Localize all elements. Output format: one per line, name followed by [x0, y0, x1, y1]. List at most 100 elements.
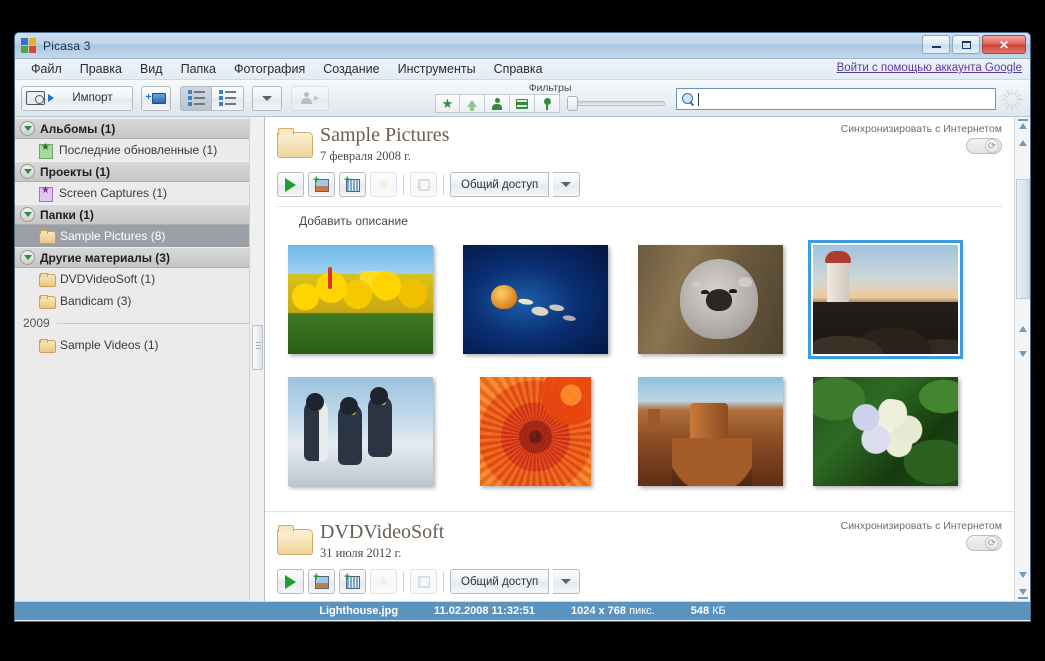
list-view-button[interactable] — [180, 85, 212, 111]
album-header-dvdvideosoft: DVDVideoSoft 31 июля 2012 г. Синхронизир… — [265, 511, 1014, 594]
thumbnail-cell[interactable] — [448, 365, 623, 497]
scroll-up-button[interactable] — [1017, 137, 1029, 149]
thumbnail-cell[interactable] — [623, 233, 798, 365]
filter-faces-button[interactable] — [485, 94, 510, 113]
separator — [403, 174, 404, 195]
play-slideshow-button[interactable] — [277, 569, 304, 594]
sidebar-group-projects[interactable]: Проекты (1) — [15, 161, 264, 182]
maximize-button[interactable] — [952, 35, 980, 54]
play-slideshow-button[interactable] — [277, 172, 304, 197]
add-video-button[interactable] — [339, 569, 366, 594]
menu-bar: Файл Правка Вид Папка Фотография Создани… — [15, 59, 1030, 80]
collapse-triangle-icon[interactable] — [20, 121, 35, 136]
thumbnail-jellyfish[interactable] — [463, 244, 608, 354]
add-folder-button[interactable]: + — [141, 85, 171, 111]
menu-file[interactable]: Файл — [22, 61, 71, 77]
sidebar-item-recent-updates[interactable]: Последние обновленные (1) — [15, 139, 264, 161]
sync-toggle[interactable]: ⟳ — [966, 138, 1002, 154]
photo-image — [638, 244, 783, 354]
search-input[interactable] — [703, 93, 990, 105]
filter-star-button[interactable]: ★ — [435, 94, 460, 113]
sidebar-item-dvdvideosoft[interactable]: DVDVideoSoft (1) — [15, 268, 264, 290]
thumbnail-cell[interactable] — [798, 233, 973, 365]
thumbnail-lighthouse[interactable] — [808, 239, 963, 359]
album-name[interactable]: Sample Pictures — [320, 125, 449, 146]
import-button[interactable]: Импорт — [21, 85, 133, 111]
thumbnail-cell[interactable] — [798, 365, 973, 497]
thumbnail-desert[interactable] — [638, 376, 783, 486]
menu-tools[interactable]: Инструменты — [389, 61, 485, 77]
thumbnail-chrysanthemum[interactable] — [480, 376, 591, 486]
scroll-to-top-button[interactable] — [1017, 119, 1029, 132]
scroll-up-page-button[interactable] — [1017, 323, 1029, 335]
album-description[interactable]: Добавить описание — [277, 206, 1002, 228]
thumbnail-cell[interactable] — [273, 233, 448, 365]
menu-create[interactable]: Создание — [314, 61, 388, 77]
sidebar-scrollbar[interactable] — [249, 117, 264, 601]
sidebar-group-other[interactable]: Другие материалы (3) — [15, 247, 264, 268]
scroll-to-bottom-button[interactable] — [1017, 586, 1029, 599]
content-scrollbar[interactable] — [1014, 117, 1030, 601]
photo-image — [638, 376, 783, 486]
collapse-triangle-icon[interactable] — [20, 207, 35, 222]
thumbnail-cell[interactable] — [273, 365, 448, 497]
menu-view[interactable]: Вид — [131, 61, 172, 77]
sidebar-item-screen-captures[interactable]: Screen Captures (1) — [15, 182, 264, 204]
sidebar-scrollbar-thumb[interactable] — [252, 325, 263, 370]
add-photo-button[interactable] — [308, 172, 335, 197]
filter-video-button[interactable] — [510, 94, 535, 113]
minimize-button[interactable] — [922, 35, 950, 54]
share-button[interactable]: Общий доступ — [450, 569, 550, 594]
thumbnail-koala[interactable] — [638, 244, 783, 354]
collapse-triangle-icon[interactable] — [20, 250, 35, 265]
menu-edit[interactable]: Правка — [71, 61, 131, 77]
menu-folder[interactable]: Папка — [172, 61, 225, 77]
maximize-icon — [961, 40, 971, 49]
thumbnail-cell[interactable] — [448, 233, 623, 365]
sidebar-item-sample-videos[interactable]: Sample Videos (1) — [15, 334, 264, 356]
scroll-down-button[interactable] — [1017, 569, 1029, 581]
sync-toggle[interactable]: ⟳ — [966, 535, 1002, 551]
sidebar-group-folders[interactable]: Папки (1) — [15, 204, 264, 225]
sidebar-item-label: Bandicam (3) — [60, 294, 132, 308]
search-box[interactable] — [676, 88, 996, 110]
filter-upload-button[interactable] — [460, 94, 485, 113]
scroll-down-page-button[interactable] — [1017, 348, 1029, 360]
filter-geotag-button[interactable] — [535, 94, 560, 113]
add-photo-button[interactable] — [308, 569, 335, 594]
content-scrollbar-thumb[interactable] — [1016, 179, 1030, 299]
share-dropdown-button[interactable] — [553, 172, 581, 197]
album-name[interactable]: DVDVideoSoft — [320, 522, 444, 543]
star-button[interactable]: ★ — [370, 569, 397, 594]
add-video-icon — [344, 174, 360, 192]
sidebar-group-label: Проекты (1) — [40, 164, 111, 179]
star-button[interactable]: ★ — [370, 172, 397, 197]
sidebar: Альбомы (1) Последние обновленные (1) Пр… — [15, 117, 265, 601]
share-dropdown-button[interactable] — [553, 569, 581, 594]
close-button[interactable]: ✕ — [982, 35, 1026, 54]
share-button[interactable]: Общий доступ — [450, 172, 550, 197]
sync-label: Синхронизировать с Интернетом — [840, 123, 1002, 135]
save-disk-icon — [417, 178, 430, 191]
menu-photo[interactable]: Фотография — [225, 61, 314, 77]
sidebar-group-albums[interactable]: Альбомы (1) — [15, 118, 264, 139]
album-violet-icon — [39, 185, 53, 202]
thumbnail-hydrangeas[interactable] — [813, 376, 958, 486]
thumbnail-cell[interactable] — [623, 365, 798, 497]
collapse-triangle-icon[interactable] — [20, 164, 35, 179]
save-button[interactable] — [410, 569, 437, 594]
save-disk-icon — [417, 575, 430, 588]
sidebar-item-bandicam[interactable]: Bandicam (3) — [15, 290, 264, 312]
thumbnail-tulips[interactable] — [288, 244, 433, 354]
add-video-button[interactable] — [339, 172, 366, 197]
view-options-dropdown[interactable] — [252, 85, 282, 111]
people-button[interactable] — [291, 85, 329, 111]
google-signin-link[interactable]: Войти с помощью аккаунта Google — [837, 62, 1022, 74]
detail-view-button[interactable] — [212, 85, 244, 111]
menu-help[interactable]: Справка — [485, 61, 552, 77]
thumbnail-size-slider[interactable] — [567, 94, 665, 113]
thumbnail-penguins[interactable] — [288, 376, 433, 486]
sidebar-item-sample-pictures[interactable]: Sample Pictures (8) — [15, 225, 264, 247]
slider-thumb[interactable] — [567, 96, 578, 111]
save-button[interactable] — [410, 172, 437, 197]
